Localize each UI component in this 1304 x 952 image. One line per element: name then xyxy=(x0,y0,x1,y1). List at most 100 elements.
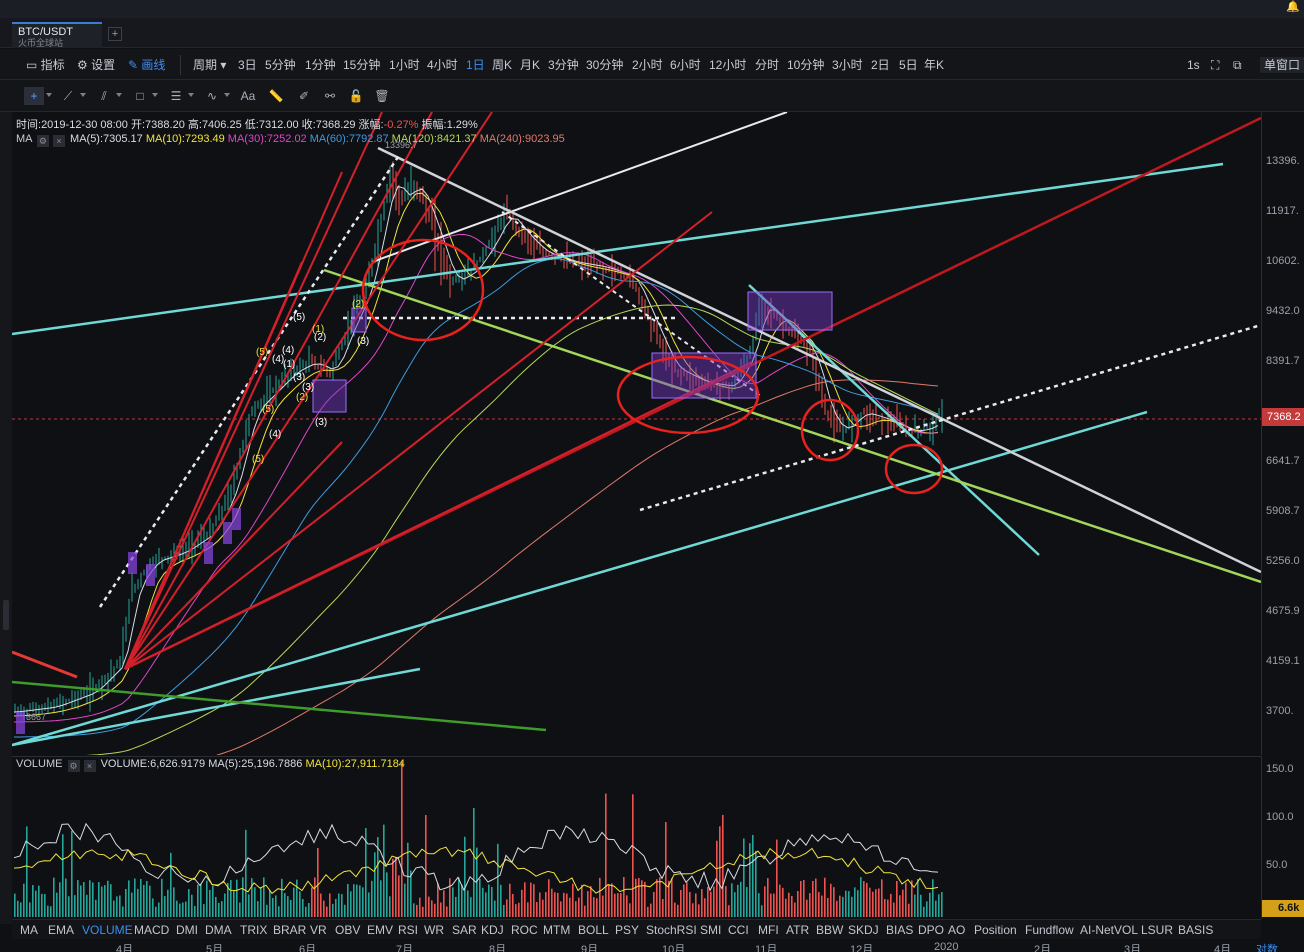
indicator-tab[interactable]: MFI xyxy=(758,923,779,937)
volume-chart-canvas[interactable] xyxy=(12,757,1261,920)
period-2[interactable]: 1分钟 xyxy=(305,57,336,73)
indicator-tab[interactable]: RSI xyxy=(398,923,418,937)
indicator-tab[interactable]: SAR xyxy=(452,923,477,937)
crosshair-icon[interactable]: + xyxy=(24,87,44,105)
indicator-tab[interactable]: StochRSI xyxy=(646,923,697,937)
period-0[interactable]: 3日 xyxy=(238,57,257,73)
refresh-interval[interactable]: 1s xyxy=(1187,57,1200,73)
period-18[interactable]: 5日 xyxy=(899,57,918,73)
parallel-lines-icon[interactable]: ☰ xyxy=(166,87,186,105)
draw-button[interactable]: ✎ 画线 xyxy=(128,57,165,73)
pattern-icon[interactable]: ⚯ xyxy=(320,87,340,105)
period-5[interactable]: 4小时 xyxy=(427,57,458,73)
brush-icon[interactable]: ✐ xyxy=(294,87,314,105)
indicator-tab[interactable]: AO xyxy=(948,923,965,937)
indicator-tab[interactable]: TRIX xyxy=(240,923,267,937)
panel-collapse-handle[interactable] xyxy=(3,600,9,630)
period-14[interactable]: 分时 xyxy=(755,57,779,73)
volume-axis[interactable]: 150.0 100.0 50.0 xyxy=(1261,756,1304,919)
popout-icon[interactable]: ⧉ xyxy=(1233,57,1242,73)
fullscreen-icon[interactable]: ⛶ xyxy=(1211,57,1219,73)
indicator-tab[interactable]: BASIS xyxy=(1178,923,1213,937)
indicator-tab[interactable]: EMV xyxy=(367,923,393,937)
period-12[interactable]: 6小时 xyxy=(670,57,701,73)
lock-icon[interactable]: 🔓 xyxy=(346,87,366,105)
tab-btc-usdt[interactable]: BTC/USDT 火币全球站 xyxy=(12,22,102,48)
indicator-tab[interactable]: DPO xyxy=(918,923,944,937)
time-axis[interactable]: 4月 5月 6月 7月 8月 9月 10月 11月 12月 2020 2月 3月 4月 xyxy=(12,939,1304,952)
indicator-tab[interactable]: WR xyxy=(424,923,444,937)
volume-bar xyxy=(698,904,700,917)
indicator-tab[interactable]: BIAS xyxy=(886,923,913,937)
indicator-tab[interactable]: Fundflow xyxy=(1025,923,1074,937)
settings-button[interactable]: ⚙ 设置 xyxy=(77,57,115,73)
price-chart[interactable]: (5) (3) (4) (5) (4) (1) (2) (3) (5) (1) (2) (3) (2)(… xyxy=(12,112,1261,755)
period-10[interactable]: 30分钟 xyxy=(586,57,623,73)
gear-icon[interactable]: ⚙ xyxy=(36,135,49,147)
caret-down-icon[interactable] xyxy=(188,93,194,97)
period-1[interactable]: 5分钟 xyxy=(265,57,296,73)
price-chart-canvas[interactable]: (5)(3)(4)(5) (4)(1)(2)(3)(5)(1)(2)(3)(2)(… xyxy=(12,112,1261,755)
indicator-tab[interactable]: VOLUME xyxy=(82,923,133,937)
indicator-tab[interactable]: Position xyxy=(974,923,1017,937)
price-axis[interactable]: 13396. 11917. 10602. 9432.0 8391.7 6641.7 5908… xyxy=(1261,112,1304,755)
indicator-tab[interactable]: PSY xyxy=(615,923,639,937)
indicator-tab[interactable]: OBV xyxy=(335,923,360,937)
period-15[interactable]: 10分钟 xyxy=(787,57,824,73)
purple-zone xyxy=(747,291,833,331)
period-dropdown[interactable]: 周期 ▾ xyxy=(193,57,226,73)
fork-icon[interactable]: ⫽ xyxy=(94,87,114,105)
indicator-tab[interactable]: MA xyxy=(20,923,38,937)
indicator-tab[interactable]: EMA xyxy=(48,923,74,937)
indicator-tab[interactable]: LSUR xyxy=(1141,923,1173,937)
close-icon[interactable]: × xyxy=(52,135,65,147)
add-tab-button[interactable]: + xyxy=(108,27,122,41)
period-19[interactable]: 年K xyxy=(924,57,944,73)
caret-down-icon[interactable] xyxy=(116,93,122,97)
period-13[interactable]: 12小时 xyxy=(709,57,746,73)
trend-line-icon[interactable]: ⟋ xyxy=(58,87,78,105)
indicator-tab[interactable]: DMI xyxy=(176,923,198,937)
period-8[interactable]: 月K xyxy=(520,57,540,73)
bell-icon[interactable]: 🔔 xyxy=(1286,0,1300,14)
rectangle-icon[interactable]: □ xyxy=(130,87,150,105)
period-11[interactable]: 2小时 xyxy=(632,57,663,73)
indicator-tab[interactable]: ROC xyxy=(511,923,538,937)
volume-pane[interactable] xyxy=(12,756,1261,919)
period-7[interactable]: 周K xyxy=(492,57,512,73)
period-3[interactable]: 15分钟 xyxy=(343,57,380,73)
wave-icon[interactable]: ∿ xyxy=(202,87,222,105)
window-mode-button[interactable]: 单窗口 xyxy=(1260,57,1304,73)
trash-icon[interactable]: 🗑 xyxy=(372,87,392,105)
indicator-tab[interactable]: AI-NetVOL xyxy=(1080,923,1138,937)
indicator-tab[interactable]: ATR xyxy=(786,923,809,937)
indicator-tab[interactable]: MTM xyxy=(543,923,570,937)
indicator-tab[interactable]: SMI xyxy=(700,923,721,937)
indicator-tab[interactable]: BOLL xyxy=(578,923,609,937)
indicator-tab[interactable]: BRAR xyxy=(273,923,306,937)
period-17[interactable]: 2日 xyxy=(871,57,890,73)
ruler-icon[interactable]: 📏 xyxy=(266,87,286,105)
volume-bar xyxy=(521,889,523,917)
indicator-tab[interactable]: BBW xyxy=(816,923,843,937)
indicator-tab[interactable]: VR xyxy=(310,923,327,937)
period-9[interactable]: 3分钟 xyxy=(548,57,579,73)
caret-down-icon[interactable] xyxy=(224,93,230,97)
indicator-tab[interactable]: MACD xyxy=(134,923,169,937)
close-icon[interactable]: × xyxy=(83,760,96,772)
indicator-tab[interactable]: SKDJ xyxy=(848,923,879,937)
volume-bar xyxy=(425,815,427,917)
text-icon[interactable]: Aa xyxy=(238,87,258,105)
caret-down-icon[interactable] xyxy=(152,93,158,97)
indicator-tab[interactable]: CCI xyxy=(728,923,749,937)
indicator-tab[interactable]: DMA xyxy=(205,923,232,937)
indicator-tab[interactable]: KDJ xyxy=(481,923,504,937)
caret-down-icon[interactable] xyxy=(46,93,52,97)
period-6[interactable]: 1日 xyxy=(466,57,485,73)
period-4[interactable]: 1小时 xyxy=(389,57,420,73)
log-scale-toggle[interactable]: 对数 xyxy=(1256,941,1278,952)
caret-down-icon[interactable] xyxy=(80,93,86,97)
indicators-button[interactable]: ▭ 指标 xyxy=(26,57,65,73)
period-16[interactable]: 3小时 xyxy=(832,57,863,73)
gear-icon[interactable]: ⚙ xyxy=(67,760,80,772)
